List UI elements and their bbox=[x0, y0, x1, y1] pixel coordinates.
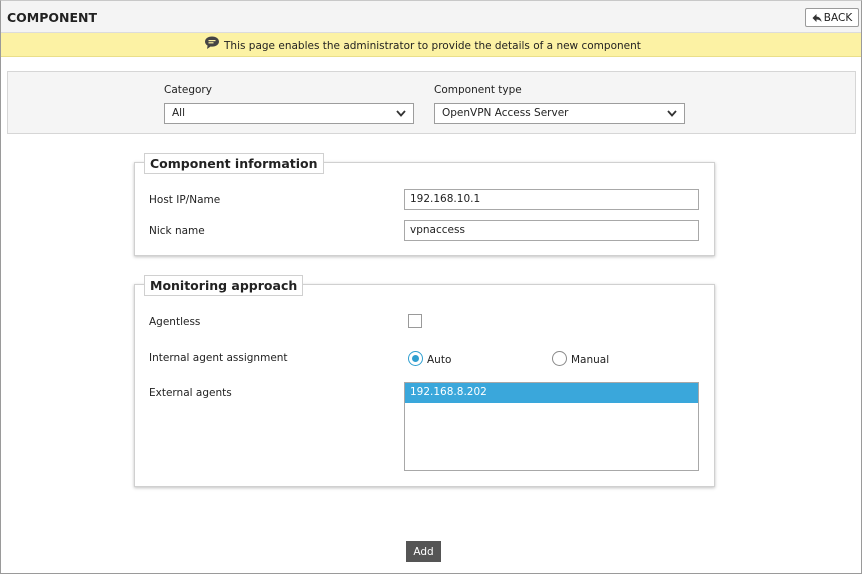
category-label: Category bbox=[164, 84, 212, 96]
page-title: COMPONENT bbox=[7, 10, 98, 25]
nick-name-input[interactable]: vpnaccess bbox=[404, 220, 699, 241]
component-type-select[interactable]: OpenVPN Access Server bbox=[434, 103, 685, 124]
info-text: This page enables the administrator to p… bbox=[224, 40, 641, 52]
host-ip-label: Host IP/Name bbox=[149, 194, 221, 206]
manual-radio-label[interactable]: Manual bbox=[571, 354, 609, 366]
auto-radio[interactable] bbox=[408, 351, 423, 366]
component-type-select-value: OpenVPN Access Server bbox=[442, 107, 569, 119]
category-select-value: All bbox=[172, 107, 186, 119]
monitoring-legend: Monitoring approach bbox=[144, 275, 304, 296]
add-button[interactable]: Add bbox=[406, 541, 441, 562]
internal-agent-label: Internal agent assignment bbox=[149, 352, 288, 364]
speech-bubble-icon bbox=[205, 36, 219, 49]
list-item[interactable]: 192.168.8.202 bbox=[405, 383, 698, 403]
nick-name-label: Nick name bbox=[149, 225, 205, 237]
auto-radio-label[interactable]: Auto bbox=[427, 354, 451, 366]
back-button[interactable]: BACK bbox=[805, 8, 859, 27]
info-banner: This page enables the administrator to p… bbox=[1, 33, 861, 57]
chevron-down-icon bbox=[667, 110, 677, 117]
filter-panel: Category All Component type OpenVPN Acce… bbox=[7, 71, 856, 134]
component-info-legend: Component information bbox=[144, 153, 324, 174]
category-select[interactable]: All bbox=[164, 103, 414, 124]
host-ip-input[interactable]: 192.168.10.1 bbox=[404, 189, 699, 210]
component-type-label: Component type bbox=[434, 84, 522, 96]
agentless-label: Agentless bbox=[149, 316, 201, 328]
page-header: COMPONENT BACK bbox=[1, 1, 861, 33]
back-button-label: BACK bbox=[823, 11, 853, 24]
back-arrow-icon bbox=[812, 13, 822, 22]
external-agents-label: External agents bbox=[149, 387, 232, 399]
manual-radio[interactable] bbox=[552, 351, 567, 366]
external-agents-listbox[interactable]: 192.168.8.202 bbox=[404, 382, 699, 471]
agentless-checkbox[interactable] bbox=[408, 314, 422, 328]
chevron-down-icon bbox=[396, 110, 406, 117]
